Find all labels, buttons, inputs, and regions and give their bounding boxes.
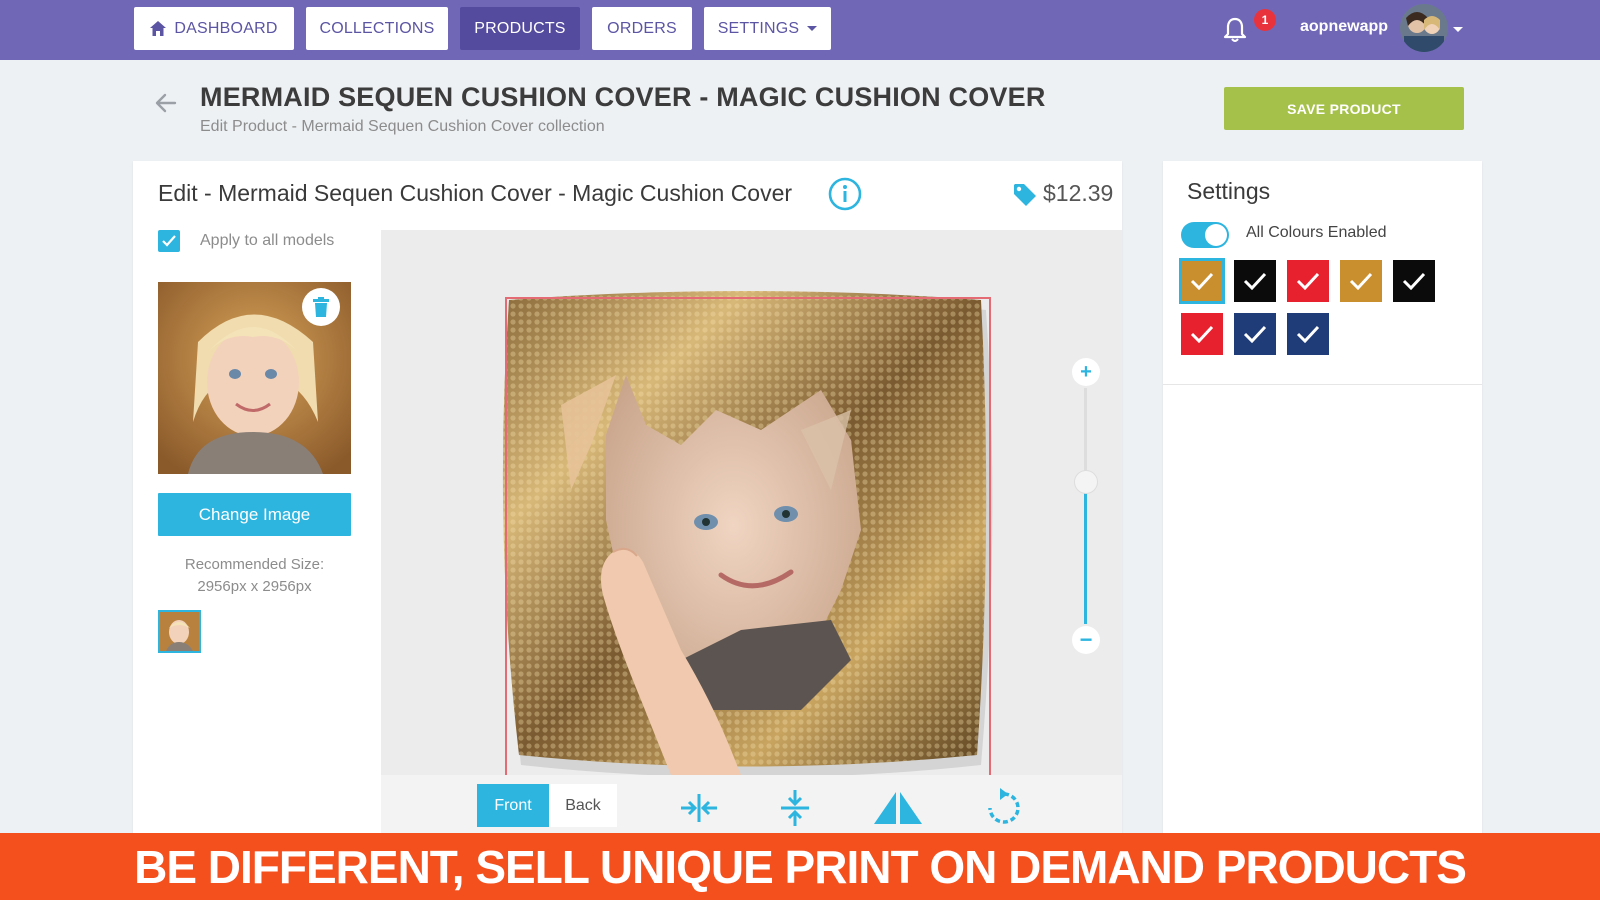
save-product-button[interactable]: SAVE PRODUCT [1224, 87, 1464, 130]
checkmark-icon [162, 235, 176, 247]
recommended-size-value: 2956px x 2956px [197, 578, 312, 595]
bell-icon[interactable] [1222, 16, 1248, 44]
back-arrow-icon[interactable] [155, 92, 177, 114]
editor-title: Edit - Mermaid Sequen Cushion Cover - Ma… [158, 180, 793, 206]
all-colours-label: All Colours Enabled [1246, 224, 1387, 241]
zoom-slider-fill [1084, 482, 1087, 624]
apply-all-label: Apply to all models [200, 232, 335, 249]
chevron-down-icon [807, 26, 818, 31]
recommended-size: Recommended Size: 2956px x 2956px [158, 554, 351, 598]
nav-collections-button[interactable]: COLLECTIONS [306, 7, 448, 50]
zoom-in-button[interactable]: + [1072, 358, 1100, 386]
nav-settings-label: SETTINGS [717, 19, 800, 37]
page-title: MERMAID SEQUEN CUSHION COVER - MAGIC CUS… [200, 82, 1046, 112]
apply-all-checkbox[interactable] [158, 230, 180, 252]
nav-orders-button[interactable]: ORDERS [592, 7, 692, 50]
center-horizontal-icon[interactable] [677, 786, 721, 830]
checkmark-icon [1402, 272, 1426, 290]
nav-collections-label: COLLECTIONS [319, 19, 435, 37]
front-side-button[interactable]: Front [477, 784, 549, 827]
recommended-size-label: Recommended Size: [184, 556, 325, 573]
nav-products-button[interactable]: PRODUCTS [460, 7, 580, 50]
change-image-button[interactable]: Change Image [158, 493, 351, 536]
nav-settings-button[interactable]: SETTINGS [704, 7, 831, 50]
avatar[interactable] [1400, 4, 1448, 52]
checkmark-icon [1296, 272, 1320, 290]
back-side-button[interactable]: Back [549, 784, 617, 827]
checkmark-icon [1243, 272, 1267, 290]
colour-swatch-gold[interactable] [1179, 258, 1225, 304]
colour-swatch-red[interactable] [1181, 313, 1223, 355]
checkmark-icon [1190, 272, 1214, 290]
nav-orders-label: ORDERS [607, 19, 677, 37]
info-icon[interactable] [828, 177, 862, 211]
colour-swatch-black[interactable] [1234, 260, 1276, 302]
nav-dashboard-button[interactable]: DASHBOARD [134, 7, 294, 50]
price-tag-icon [1014, 184, 1036, 206]
account-chevron-down-icon[interactable] [1453, 27, 1463, 32]
checkmark-icon [1243, 325, 1267, 343]
checkmark-icon [1190, 325, 1214, 343]
nav-dashboard-label: DASHBOARD [174, 19, 278, 37]
toggle-knob [1205, 224, 1227, 246]
settings-title: Settings [1187, 178, 1271, 204]
username-label[interactable]: aopnewapp [1300, 18, 1388, 36]
notification-badge: 1 [1254, 9, 1276, 31]
colour-swatch-gold[interactable] [1340, 260, 1382, 302]
colour-swatch-navy[interactable] [1287, 313, 1329, 355]
cushion-preview [502, 291, 993, 775]
page-subtitle: Edit Product - Mermaid Sequen Cushion Co… [200, 118, 605, 135]
zoom-out-button[interactable]: − [1072, 626, 1100, 654]
checkmark-icon [1296, 325, 1320, 343]
rotate-icon[interactable] [982, 786, 1026, 830]
delete-image-button[interactable] [302, 288, 340, 326]
settings-divider [1163, 384, 1482, 385]
colour-swatch-red[interactable] [1287, 260, 1329, 302]
home-icon [150, 21, 167, 36]
trash-icon [313, 297, 329, 317]
promo-banner: BE DIFFERENT, SELL UNIQUE PRINT ON DEMAN… [0, 833, 1600, 900]
flip-icon[interactable] [870, 786, 926, 830]
top-navbar: DASHBOARD COLLECTIONS PRODUCTS ORDERS SE… [0, 0, 1600, 60]
colour-swatch-navy[interactable] [1234, 313, 1276, 355]
image-thumbnail[interactable] [158, 610, 201, 653]
nav-products-label: PRODUCTS [474, 19, 566, 37]
colour-swatch-black[interactable] [1393, 260, 1435, 302]
design-canvas[interactable] [381, 230, 1122, 775]
center-vertical-icon[interactable] [773, 786, 817, 830]
promo-banner-text: BE DIFFERENT, SELL UNIQUE PRINT ON DEMAN… [134, 840, 1467, 893]
checkmark-icon [1349, 272, 1373, 290]
product-price: $12.39 [1043, 180, 1114, 206]
